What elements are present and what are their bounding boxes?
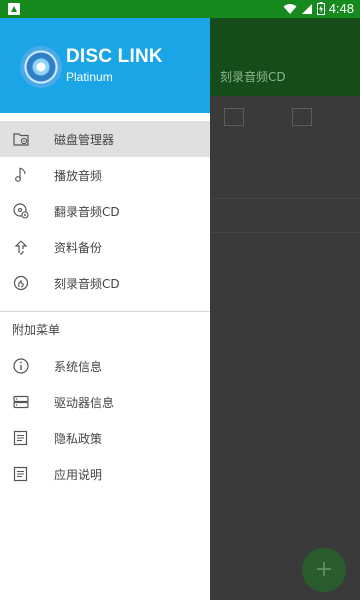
brand-subtitle: Platinum [66,70,113,84]
background-screen-title: 刻录音频CD [220,70,286,84]
disc-rip-icon [13,203,29,219]
drive-icon [13,395,29,409]
status-bar: 4:48 [0,0,360,18]
menu-item-label: 隐私政策 [54,431,103,446]
wifi-icon [283,3,297,14]
menu-item-label: 系统信息 [54,359,103,374]
background-divider [210,232,360,233]
menu-item-label: 应用说明 [54,467,103,482]
burn-icon [13,275,29,291]
menu-item-rip-audio-cd[interactable]: 翻录音频CD [0,193,210,229]
document-icon [13,430,28,446]
menu-item-label: 磁盘管理器 [54,132,115,147]
menu-item-data-backup[interactable]: 资料备份 [0,229,210,265]
menu-item-play-audio[interactable]: 播放音频 [0,157,210,193]
background-divider [210,198,360,199]
menu-item-system-info[interactable]: 系统信息 [0,348,210,384]
disk-manager-icon [13,133,29,146]
add-fab-button[interactable]: + [302,548,346,592]
menu-item-label: 刻录音频CD [54,276,120,291]
menu-item-label: 资料备份 [54,240,103,255]
menu-item-app-instructions[interactable]: 应用说明 [0,456,210,492]
drawer-header: DISC LINK Platinum [0,18,210,113]
battery-icon [316,2,325,15]
info-icon [13,358,29,374]
navigation-drawer: DISC LINK Platinum 磁盘管理器 播放音频 翻录音频CD 资料备… [0,18,210,600]
disc-logo-icon [20,46,62,88]
menu-divider [0,311,210,312]
menu-item-burn-audio-cd[interactable]: 刻录音频CD [0,265,210,301]
menu-item-label: 驱动器信息 [54,395,115,410]
background-tab-1 [224,108,244,134]
document-icon [13,466,28,482]
background-tab-2 [292,108,312,134]
menu-item-disk-manager[interactable]: 磁盘管理器 [0,121,210,157]
backup-upload-icon [14,240,28,255]
music-note-icon [15,167,26,182]
extra-menu-title: 附加菜单 [12,323,61,337]
menu-item-privacy-policy[interactable]: 隐私政策 [0,420,210,456]
notification-icon [8,3,20,15]
menu-item-label: 翻录音频CD [54,204,120,219]
clock: 4:48 [328,1,354,16]
brand-title: DISC LINK [66,46,163,67]
signal-icon [301,3,312,14]
menu-item-label: 播放音频 [54,168,103,183]
background-tabs [210,96,360,166]
menu-item-drive-info[interactable]: 驱动器信息 [0,384,210,420]
